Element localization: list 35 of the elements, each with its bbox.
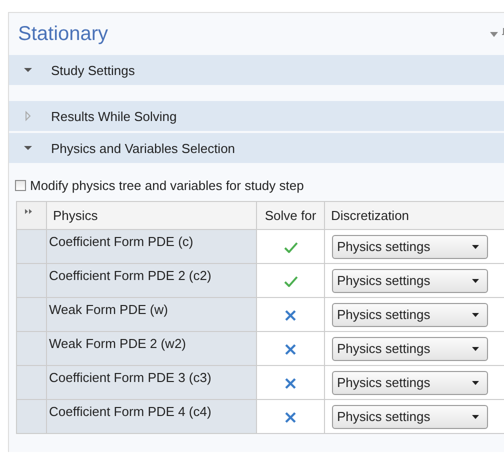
table-cell: Coefficient Form PDE 3 (c3) — [49, 370, 212, 385]
caret-icon — [472, 346, 479, 350]
check-icon[interactable] — [284, 276, 298, 288]
dropdown[interactable]: Physics settings — [332, 302, 488, 326]
checkbox[interactable] — [15, 180, 26, 190]
column-header: Physics — [46, 202, 256, 230]
dropdown[interactable]: Physics settings — [332, 268, 488, 292]
caret-icon — [472, 312, 479, 316]
cross-icon[interactable] — [285, 378, 296, 390]
check-icon[interactable] — [284, 242, 298, 254]
section-header[interactable]: Study Settings — [9, 55, 504, 85]
column-header: Solve for — [256, 202, 324, 230]
table-cell: Coefficient Form PDE 2 (c2) — [49, 268, 212, 283]
table-cell: Coefficient Form PDE (c) — [49, 234, 194, 249]
table-cell: Weak Form PDE (w) — [49, 302, 168, 317]
cross-icon[interactable] — [285, 412, 296, 424]
caret-icon — [472, 244, 479, 248]
cross-icon[interactable] — [285, 310, 296, 322]
caret-icon — [472, 380, 479, 384]
section-header[interactable]: Physics and Variables Selection — [9, 133, 504, 163]
section-header[interactable]: Results While Solving — [9, 101, 504, 131]
dropdown-icon[interactable] — [490, 32, 498, 36]
column-header: Discretization — [324, 202, 504, 230]
dropdown[interactable]: Physics settings — [332, 404, 488, 428]
table-cell: Weak Form PDE 2 (w2) — [49, 336, 186, 351]
cross-icon[interactable] — [285, 344, 296, 356]
panel-title: Stationary — [18, 22, 110, 46]
expand-icon[interactable] — [25, 209, 32, 214]
dropdown[interactable]: Physics settings — [332, 336, 488, 360]
table-cell: Coefficient Form PDE 4 (c4) — [49, 404, 212, 419]
dropdown[interactable]: Physics settings — [332, 370, 488, 394]
caret-icon — [472, 278, 479, 282]
checkbox-label: Modify physics tree and variables for study step — [30, 178, 304, 192]
caret-icon — [472, 414, 479, 418]
dropdown[interactable]: Physics settings — [332, 234, 488, 258]
